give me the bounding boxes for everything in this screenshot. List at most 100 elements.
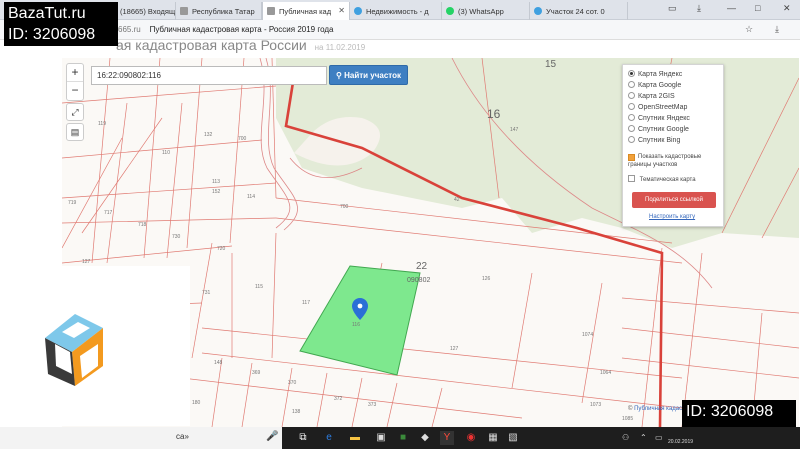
tab-plot[interactable]: Участок 24 сот. 0 bbox=[530, 2, 628, 20]
page-heading: ая кадастровая карта России на 11.02.201… bbox=[0, 37, 800, 58]
tab-whatsapp[interactable]: (3) WhatsApp bbox=[442, 2, 530, 20]
show-borders-option[interactable]: Показать кадастровые границы участков bbox=[628, 153, 720, 171]
tray-chevron-icon[interactable]: ⌃ bbox=[640, 433, 647, 442]
screen: (18665) Входящи Республика Татар Публичн… bbox=[0, 0, 800, 449]
parcel-number: 115 bbox=[255, 284, 263, 290]
find-parcel-label: Найти участок bbox=[344, 71, 401, 80]
windows-taskbar: са» 🎤 ⧉ e ▬ ▣ ■ ◆ Y ◉ ▦ ▧ ⚇ ⌃ ▭ 20.02.20… bbox=[0, 427, 800, 449]
parcel-number: 719 bbox=[68, 200, 77, 206]
parcel-number: 717 bbox=[104, 210, 113, 216]
page-icon bbox=[180, 7, 188, 15]
configure-map-link[interactable]: Настроить карту bbox=[649, 214, 695, 220]
tab-cadastral-map[interactable]: Публичная кад ✕ bbox=[262, 2, 350, 20]
region-label-16: 16 bbox=[487, 107, 501, 121]
zoom-control: + − bbox=[66, 63, 84, 101]
parcel-number: 132 bbox=[204, 132, 213, 138]
tab-republic[interactable]: Республика Татар bbox=[176, 2, 262, 20]
watermark-id-top: ID: 3206098 bbox=[4, 23, 118, 46]
zoom-out-button[interactable]: − bbox=[67, 82, 83, 100]
store-icon[interactable]: ▣ bbox=[374, 431, 388, 445]
parcel-number: 1074 bbox=[582, 332, 593, 338]
parcel-number: 1085 bbox=[622, 416, 633, 422]
page-icon bbox=[267, 7, 275, 15]
layer-option-osm[interactable]: OpenStreetMap bbox=[628, 103, 687, 114]
map-layers-panel: Карта Яндекс Карта Google Карта 2GIS Ope… bbox=[622, 64, 724, 227]
radio-icon[interactable] bbox=[628, 103, 635, 110]
edge-icon[interactable]: e bbox=[322, 431, 336, 445]
battery-icon[interactable]: ▭ bbox=[655, 433, 663, 442]
radio-icon[interactable] bbox=[628, 125, 635, 132]
radio-icon[interactable] bbox=[628, 81, 635, 88]
fullscreen-icon[interactable]: ⤢ bbox=[66, 103, 84, 121]
selected-parcel[interactable] bbox=[299, 265, 421, 376]
close-icon[interactable]: ✕ bbox=[338, 6, 345, 15]
parcel-number: 147 bbox=[510, 127, 519, 133]
parcel-number: 1073 bbox=[590, 402, 601, 408]
people-icon[interactable]: ⚇ bbox=[622, 433, 629, 442]
radio-selected-icon[interactable] bbox=[628, 70, 635, 77]
page-title: Публичная кадастровая карта - Россия 201… bbox=[149, 25, 334, 34]
checkbox-icon[interactable] bbox=[628, 175, 635, 182]
parcel-number: 119 bbox=[98, 121, 106, 127]
parcel-number: 1064 bbox=[600, 370, 611, 376]
parcel-number: 730 bbox=[172, 234, 181, 240]
layer-option-bing-satellite[interactable]: Спутник Bing bbox=[628, 136, 680, 147]
parcel-number: 152 bbox=[212, 189, 221, 195]
app-icon[interactable]: ▧ bbox=[506, 431, 520, 445]
watermark-logo-area bbox=[0, 266, 190, 426]
thematic-map-option[interactable]: Тематическая карта bbox=[628, 175, 696, 186]
parcel-number: 117 bbox=[302, 300, 310, 306]
bookmark-star-icon[interactable]: ☆ bbox=[745, 24, 753, 35]
taskbar-search[interactable]: са» 🎤 bbox=[0, 427, 282, 449]
app-icon[interactable]: ▦ bbox=[486, 431, 500, 445]
parcel-number: 370 bbox=[288, 380, 297, 386]
radio-icon[interactable] bbox=[628, 114, 635, 121]
radio-icon[interactable] bbox=[628, 92, 635, 99]
maximize-icon[interactable]: □ bbox=[755, 3, 760, 13]
parcel-number: 138 bbox=[292, 409, 301, 415]
parcel-number: 116 bbox=[352, 322, 360, 328]
parcel-number: 110 bbox=[162, 150, 170, 156]
tab-realty[interactable]: Недвижимость - д bbox=[350, 2, 442, 20]
find-parcel-button[interactable]: ⚲ Найти участок bbox=[329, 65, 408, 85]
cadastral-number-input[interactable]: 16:22:090802:116 bbox=[91, 66, 327, 85]
parcel-number: 718 bbox=[138, 222, 147, 228]
zoom-in-button[interactable]: + bbox=[67, 64, 83, 82]
parcel-number: 180 bbox=[192, 400, 201, 406]
parcel-number: 373 bbox=[368, 402, 377, 408]
task-view-icon[interactable]: ⧉ bbox=[296, 431, 310, 445]
layer-option-yandex-satellite[interactable]: Спутник Яндекс bbox=[628, 114, 690, 125]
parcel-number: 113 bbox=[212, 179, 220, 185]
print-icon[interactable]: ▤ bbox=[66, 123, 84, 141]
parcel-number: 126 bbox=[482, 276, 491, 282]
search-icon: ⚲ bbox=[336, 71, 342, 80]
close-window-icon[interactable]: ✕ bbox=[783, 3, 791, 14]
parcel-number: 372 bbox=[334, 396, 343, 402]
parcel-number: 369 bbox=[252, 370, 261, 376]
layer-option-2gis-map[interactable]: Карта 2GIS bbox=[628, 92, 675, 103]
app-icon[interactable]: ◆ bbox=[418, 431, 432, 445]
clock-date[interactable]: 20.02.2019 bbox=[668, 439, 693, 445]
app-icon[interactable]: ◉ bbox=[464, 431, 478, 445]
yandex-browser-icon[interactable]: Y bbox=[440, 431, 454, 445]
microphone-icon[interactable]: 🎤 bbox=[266, 431, 278, 442]
layer-option-yandex-map[interactable]: Карта Яндекс bbox=[628, 70, 682, 81]
whatsapp-icon bbox=[446, 7, 454, 15]
share-link-button[interactable]: Поделиться ссылкой bbox=[632, 192, 716, 208]
bookmark-icon[interactable]: ▭ bbox=[668, 3, 677, 14]
download-icon[interactable]: ⤓ bbox=[697, 3, 701, 14]
layer-option-google-map[interactable]: Карта Google bbox=[628, 81, 681, 92]
checkbox-checked-icon[interactable] bbox=[628, 154, 635, 161]
map-credit-link[interactable]: Публичная кадастр bbox=[634, 406, 688, 412]
heading-date: на 11.02.2019 bbox=[314, 43, 366, 52]
explorer-icon[interactable]: ▬ bbox=[348, 431, 362, 445]
parcel-number: 700 bbox=[238, 136, 247, 142]
parcel-number: 731 bbox=[202, 290, 211, 296]
layer-option-google-satellite[interactable]: Спутник Google bbox=[628, 125, 689, 136]
radio-icon[interactable] bbox=[628, 136, 635, 143]
region-label-22: 22 bbox=[416, 261, 428, 272]
parcel-number: 127 bbox=[450, 346, 459, 352]
minimize-icon[interactable]: — bbox=[727, 3, 736, 13]
app-icon[interactable]: ■ bbox=[396, 431, 410, 445]
download-icon[interactable]: ⤓ bbox=[775, 24, 779, 35]
